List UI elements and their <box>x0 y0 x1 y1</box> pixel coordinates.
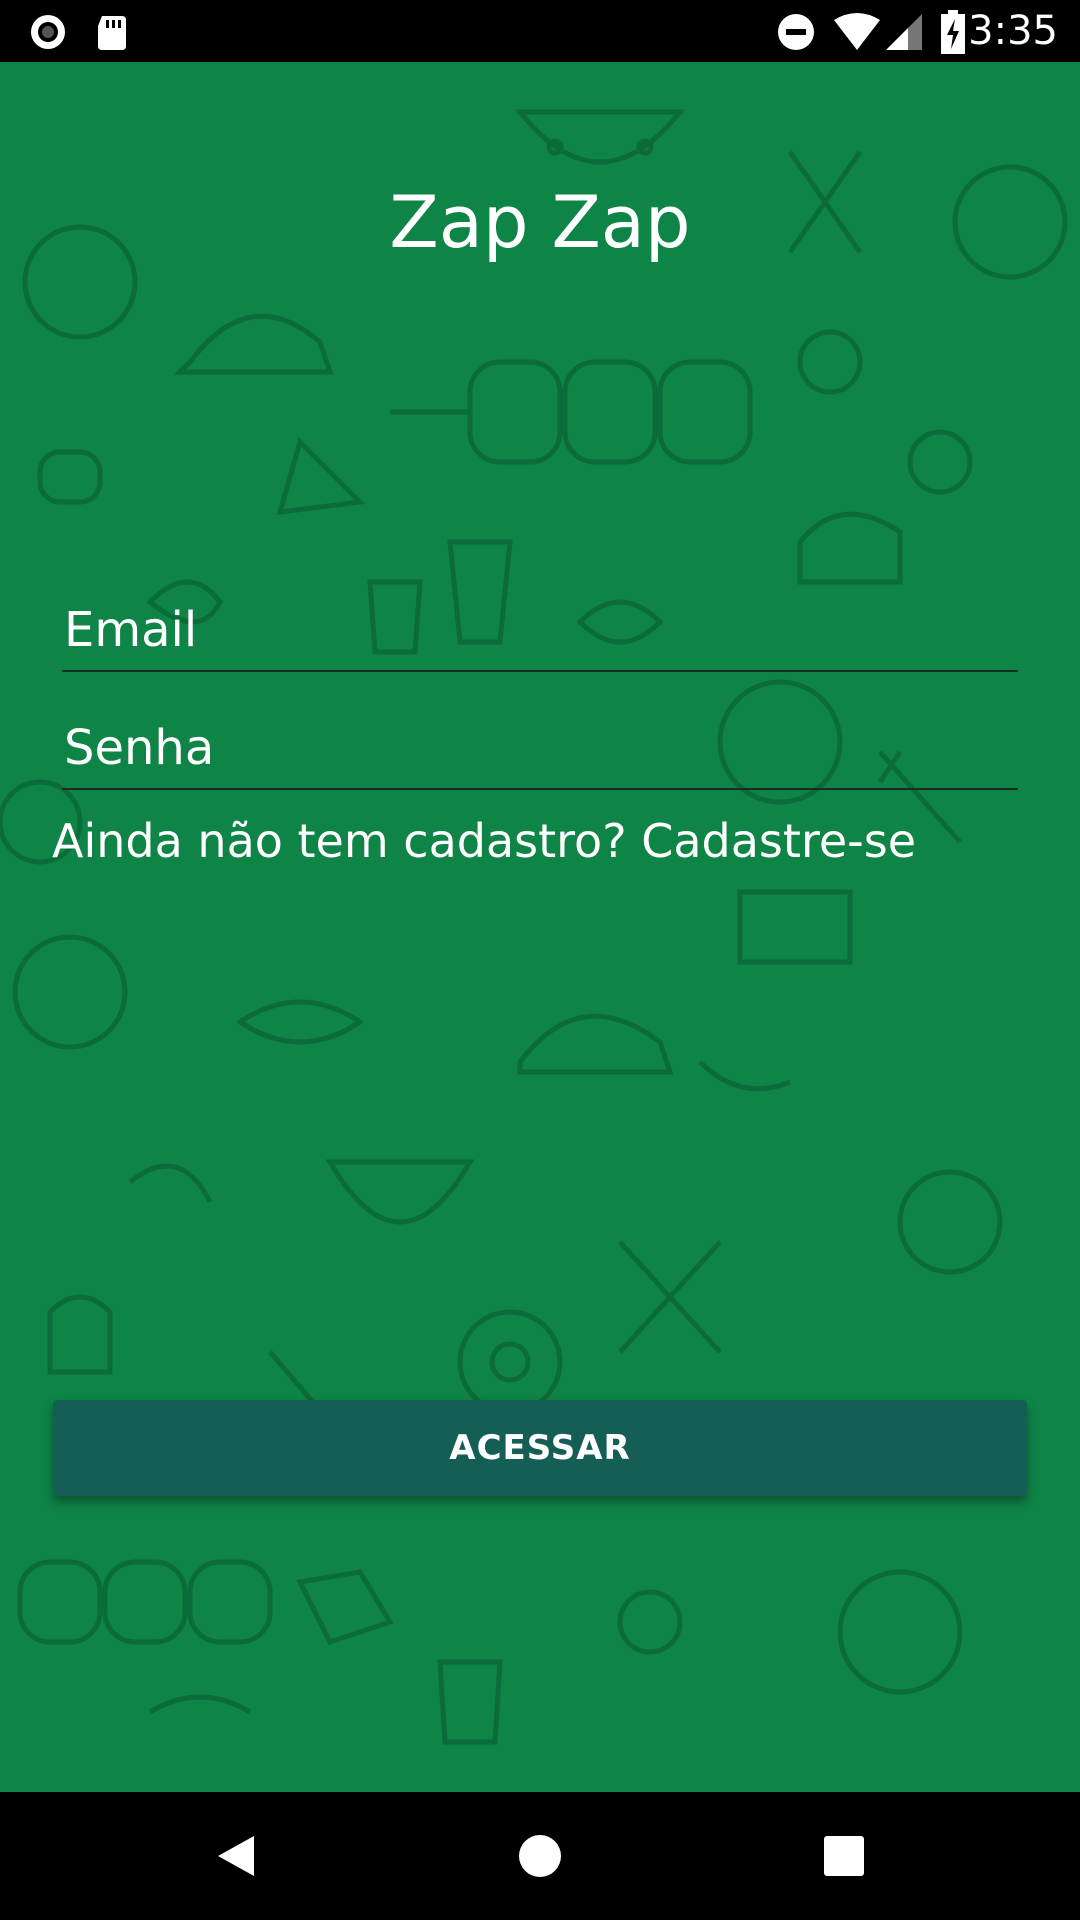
do-not-disturb-icon <box>778 14 814 50</box>
signup-link[interactable]: Ainda não tem cadastro? Cadastre-se <box>52 814 916 868</box>
home-icon <box>519 1835 561 1877</box>
battery-charging-icon <box>941 10 965 54</box>
login-screen: Zap Zap Email Senha Ainda não tem cadast… <box>0 62 1080 1792</box>
signal-icon <box>886 14 922 50</box>
password-field[interactable]: Senha <box>62 688 1018 790</box>
app-title: Zap Zap <box>389 180 691 264</box>
sd-card-icon <box>98 16 126 50</box>
wifi-icon <box>834 13 880 50</box>
email-placeholder: Email <box>64 602 198 658</box>
status-time: 3:35 <box>968 8 1058 54</box>
record-icon <box>31 15 65 49</box>
home-button[interactable] <box>504 1820 576 1892</box>
recents-icon <box>824 1836 864 1876</box>
login-button-label: ACESSAR <box>449 1428 631 1468</box>
password-placeholder: Senha <box>64 720 215 776</box>
recents-button[interactable] <box>808 1820 880 1892</box>
food-doodle-background <box>0 109 1068 1745</box>
back-button[interactable] <box>200 1820 272 1892</box>
status-bar: 3:35 <box>0 0 1080 62</box>
navigation-bar <box>0 1792 1080 1920</box>
email-field[interactable]: Email <box>62 570 1018 672</box>
login-button[interactable]: ACESSAR <box>53 1400 1027 1496</box>
back-icon <box>218 1836 254 1876</box>
